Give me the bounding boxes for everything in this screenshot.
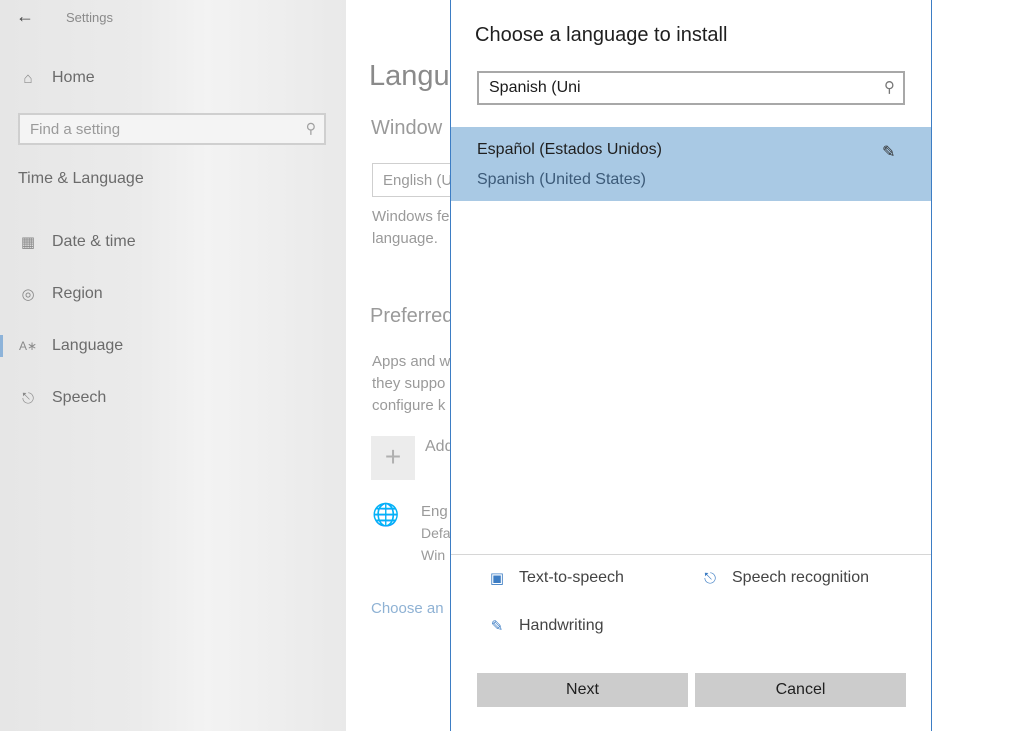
find-setting-input[interactable]: Find a setting ⚲	[18, 113, 326, 145]
nav-label: Region	[52, 285, 103, 302]
windows-desc-line: language.	[372, 230, 438, 247]
preferred-desc-line: Apps and w	[372, 353, 451, 370]
settings-sidebar: ← Settings ⌂ Home Find a setting ⚲ Time …	[0, 0, 346, 731]
language-search-value: Spanish (Uni	[489, 79, 581, 96]
nav-label: Date & time	[52, 233, 136, 250]
handwriting-icon: ✎	[490, 618, 504, 635]
handwriting-icon: ✎	[882, 144, 896, 161]
next-button[interactable]: Next	[477, 673, 688, 707]
language-globe-icon: 🌐	[372, 502, 400, 527]
dialog-divider	[451, 554, 931, 555]
windows-display-language-heading: Window	[371, 117, 443, 139]
add-language-button[interactable]: +	[371, 436, 415, 480]
language-native-name: Español (Estados Unidos)	[477, 141, 662, 158]
language-result-row[interactable]	[451, 127, 931, 201]
nav-home[interactable]: ⌂ Home	[18, 66, 95, 90]
windows-desc-line: Windows fe	[372, 208, 450, 225]
globe-icon: ◎	[21, 286, 35, 303]
nav-region[interactable]: ◎ Region	[18, 282, 103, 306]
feature-label: Text-to-speech	[519, 569, 624, 586]
home-icon: ⌂	[23, 69, 33, 87]
nav-language[interactable]: A∗ Language	[18, 334, 123, 358]
installed-language-detail: Win	[421, 547, 446, 563]
search-icon: ⚲	[884, 79, 895, 96]
feature-handwriting: ✎ Handwriting	[487, 617, 604, 635]
installed-language-detail: Defa	[421, 525, 451, 541]
feature-label: Speech recognition	[732, 569, 869, 586]
nav-label: Speech	[52, 389, 107, 406]
preferred-desc-line: they suppo	[372, 375, 446, 392]
language-english-name: Spanish (United States)	[477, 171, 646, 188]
preferred-languages-heading: Preferred	[370, 305, 454, 327]
nav-date-time[interactable]: ▦ Date & time	[18, 230, 136, 254]
back-arrow-icon[interactable]: ←	[16, 6, 36, 30]
nav-speech[interactable]: ⎋ Speech	[18, 386, 106, 410]
calendar-icon: ▦	[20, 234, 36, 251]
choose-app-language-link[interactable]: Choose an	[371, 600, 444, 617]
language-icon: A∗	[18, 339, 38, 353]
find-setting-placeholder: Find a setting	[30, 121, 121, 138]
page-title: Langu	[369, 60, 450, 92]
cancel-button[interactable]: Cancel	[695, 673, 906, 707]
nav-label: Language	[52, 337, 124, 354]
plus-icon: +	[384, 441, 402, 472]
display-language-value: English (U	[383, 172, 453, 189]
nav-home-label: Home	[52, 69, 95, 86]
active-nav-indicator	[0, 335, 3, 357]
section-heading: Time & Language	[18, 170, 144, 187]
text-to-speech-icon: ▣	[489, 570, 505, 587]
preferred-desc-line: configure k	[372, 397, 446, 414]
search-icon: ⚲	[305, 120, 316, 136]
language-search-input[interactable]: Spanish (Uni ⚲	[477, 71, 905, 105]
feature-speech-recognition: ⎋ Speech recognition	[700, 569, 869, 587]
feature-label: Handwriting	[519, 617, 604, 634]
installed-language-name[interactable]: Eng	[421, 503, 448, 520]
microphone-icon: ⎋	[22, 389, 34, 407]
dialog-title: Choose a language to install	[475, 24, 728, 46]
window-title: Settings	[66, 10, 113, 25]
microphone-icon: ⎋	[704, 569, 716, 587]
feature-text-to-speech: ▣ Text-to-speech	[487, 569, 624, 587]
